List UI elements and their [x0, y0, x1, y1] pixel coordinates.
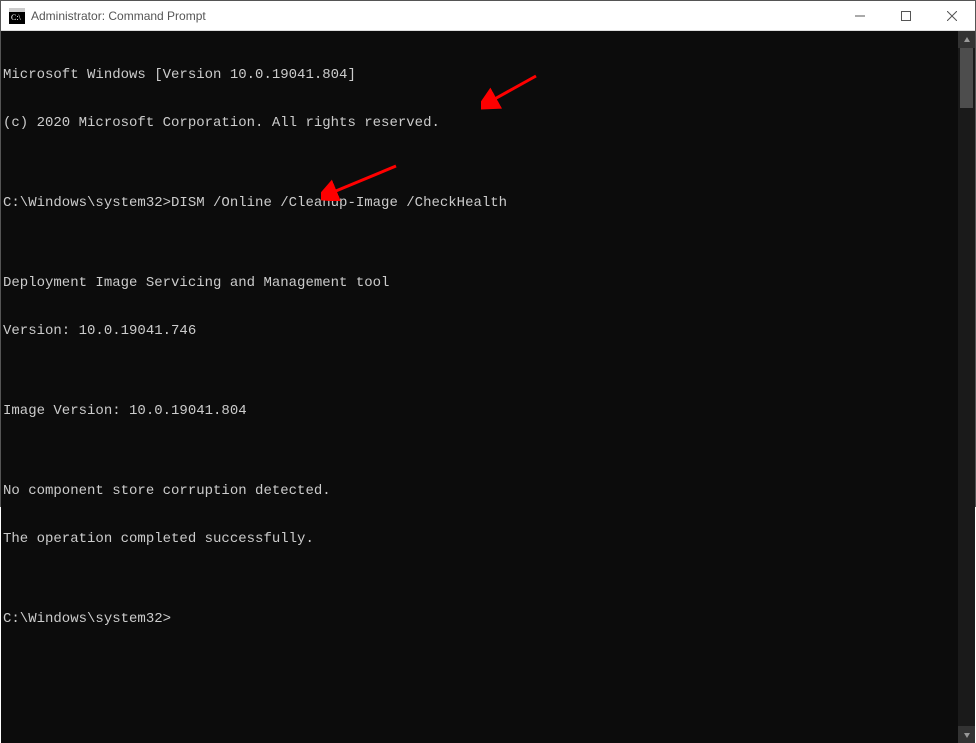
- minimize-button[interactable]: [837, 1, 883, 31]
- vertical-scrollbar[interactable]: [958, 31, 975, 743]
- maximize-button[interactable]: [883, 1, 929, 31]
- command-prompt-window: C:\ Administrator: Command Prompt Micros…: [0, 0, 976, 507]
- terminal-line: Version: 10.0.19041.746: [3, 323, 958, 339]
- terminal-line: Deployment Image Servicing and Managemen…: [3, 275, 958, 291]
- scrollbar-thumb[interactable]: [960, 48, 973, 108]
- terminal-line: C:\Windows\system32>: [3, 611, 958, 627]
- terminal-line: The operation completed successfully.: [3, 531, 958, 547]
- scrollbar-track[interactable]: [958, 48, 975, 726]
- terminal-line: No component store corruption detected.: [3, 483, 958, 499]
- terminal-line: Microsoft Windows [Version 10.0.19041.80…: [3, 67, 958, 83]
- window-title: Administrator: Command Prompt: [31, 9, 206, 23]
- cmd-icon: C:\: [9, 8, 25, 24]
- titlebar[interactable]: C:\ Administrator: Command Prompt: [1, 1, 975, 31]
- scroll-up-arrow-icon[interactable]: [958, 31, 975, 48]
- scroll-down-arrow-icon[interactable]: [958, 726, 975, 743]
- content-area: Microsoft Windows [Version 10.0.19041.80…: [1, 31, 975, 743]
- terminal-line: C:\Windows\system32>DISM /Online /Cleanu…: [3, 195, 958, 211]
- terminal-line: (c) 2020 Microsoft Corporation. All righ…: [3, 115, 958, 131]
- terminal-line: Image Version: 10.0.19041.804: [3, 403, 958, 419]
- close-button[interactable]: [929, 1, 975, 31]
- terminal-output[interactable]: Microsoft Windows [Version 10.0.19041.80…: [1, 31, 958, 743]
- svg-text:C:\: C:\: [11, 13, 22, 22]
